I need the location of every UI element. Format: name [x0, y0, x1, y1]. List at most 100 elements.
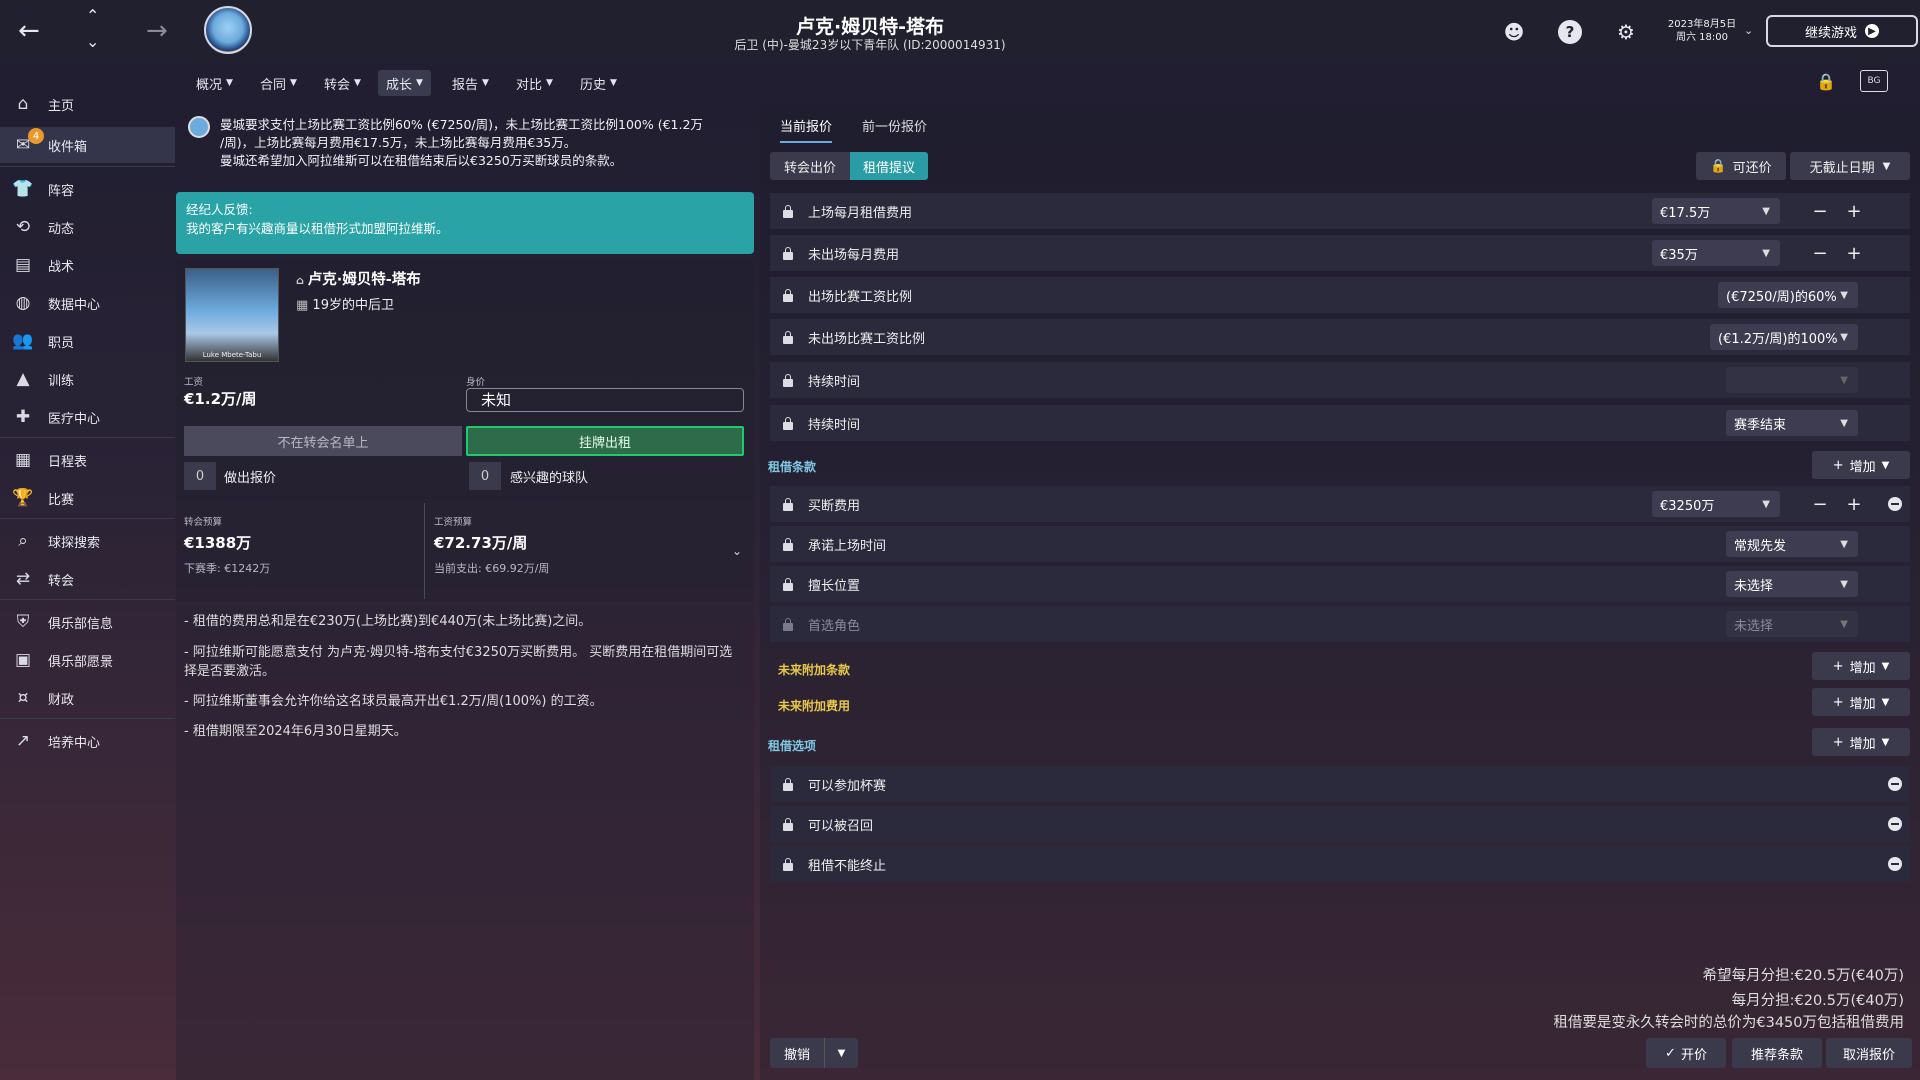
monthly-fee-unused-select[interactable]: €35万 ▼ — [1652, 240, 1780, 266]
sidebar-item-transfers[interactable]: ⇄ 转会 — [0, 561, 175, 597]
suggest-terms-button[interactable]: 推荐条款 — [1732, 1038, 1822, 1068]
monthly-fee-played-select[interactable]: €17.5万 ▼ — [1652, 198, 1780, 224]
add-future-clause-button[interactable]: + 增加 ▼ — [1812, 652, 1910, 680]
lock-icon[interactable] — [782, 778, 794, 791]
sidebar-item-competitions[interactable]: 🏆 比赛 — [0, 480, 175, 516]
lock-icon[interactable] — [782, 578, 794, 591]
sidebar-item-scouting[interactable]: ⌕ 球探搜索 — [0, 523, 175, 559]
increase-button[interactable]: + — [1840, 197, 1868, 225]
lock-icon[interactable] — [782, 247, 794, 260]
sidebar-item-club-info[interactable]: ⛨ 俱乐部信息 — [0, 604, 175, 640]
wage-played-select[interactable]: (€7250/周)的60% ▼ — [1718, 282, 1858, 308]
sidebar-item-development-centre[interactable]: ↗ 培养中心 — [0, 723, 175, 759]
down-icon[interactable]: ⌄ — [86, 34, 99, 50]
cancel-button[interactable]: 撤销 ▼ — [770, 1038, 858, 1068]
sidebar-item-schedule[interactable]: ▦ 日程表 — [0, 442, 175, 478]
not-listed-button[interactable]: 不在转会名单上 — [184, 426, 462, 456]
sidebar-item-dynamics[interactable]: ⟲ 动态 — [0, 209, 175, 245]
lock-icon[interactable] — [782, 331, 794, 344]
help-icon[interactable]: ? — [1558, 20, 1582, 44]
remove-icon[interactable] — [1888, 817, 1902, 831]
back-arrow-icon[interactable]: ← — [18, 18, 40, 44]
tab-development[interactable]: 成长 ▼ — [378, 70, 431, 96]
negotiable-button[interactable]: 🔒 可还价 — [1696, 152, 1786, 180]
increase-button[interactable]: + — [1840, 239, 1868, 267]
increase-button[interactable]: + — [1840, 490, 1868, 518]
transfer-offer-button[interactable]: 转会出价 — [770, 152, 850, 180]
screenshot-icon[interactable]: BG — [1860, 70, 1888, 92]
add-loan-option-button[interactable]: + 增加 ▼ — [1812, 728, 1910, 756]
sidebar-item-squad[interactable]: 👕 阵容 — [0, 171, 175, 207]
tab-contract[interactable]: 合同 ▼ — [252, 70, 305, 96]
role-select[interactable]: 未选择 ▼ — [1726, 611, 1858, 637]
wage-unused-select[interactable]: (€1.2万/周)的100% ▼ — [1710, 324, 1858, 350]
sidebar-item-inbox[interactable]: ✉ 4 收件箱 — [0, 127, 175, 163]
loan-list-button[interactable]: 挂牌出租 — [466, 426, 744, 456]
chevron-down-icon[interactable]: ⌄ — [1744, 24, 1753, 37]
add-loan-term-button[interactable]: + 增加 ▼ — [1812, 451, 1910, 479]
withdraw-offer-button[interactable]: 取消报价 — [1826, 1038, 1912, 1068]
tab-history[interactable]: 历史 ▼ — [572, 70, 625, 96]
gear-icon[interactable]: ⚙ — [1614, 20, 1638, 44]
lock-icon[interactable] — [782, 818, 794, 831]
continue-button[interactable]: 继续游戏 ▶ — [1766, 15, 1918, 47]
playing-time-select[interactable]: 常规先发 ▼ — [1726, 531, 1858, 557]
remove-icon[interactable] — [1888, 497, 1902, 511]
staff-icon: 👥 — [12, 331, 34, 351]
sidebar-item-data-hub[interactable]: ◍ 数据中心 — [0, 285, 175, 321]
buyout-select[interactable]: €3250万 ▼ — [1652, 491, 1780, 517]
duration-2-select[interactable]: 赛季结束 ▼ — [1726, 410, 1858, 436]
position-select[interactable]: 未选择 ▼ — [1726, 571, 1858, 597]
decrease-button[interactable]: − — [1806, 197, 1834, 225]
lock-icon[interactable] — [782, 289, 794, 302]
select-value: €35万 — [1660, 247, 1698, 263]
tab-overview[interactable]: 概况 ▼ — [188, 70, 241, 96]
club-crest[interactable] — [204, 6, 252, 54]
interested-label[interactable]: 感兴趣的球队 — [510, 467, 588, 486]
tab-compare[interactable]: 对比 ▼ — [508, 70, 561, 96]
person-icon: ⌂ — [296, 274, 308, 287]
remove-icon[interactable] — [1888, 777, 1902, 791]
decrease-button[interactable]: − — [1806, 239, 1834, 267]
value-field: 未知 — [466, 388, 744, 412]
chevron-down-icon[interactable]: ▼ — [824, 1038, 858, 1068]
propose-button[interactable]: ✓ 开价 — [1646, 1038, 1726, 1068]
withdraw-label: 取消报价 — [1842, 1047, 1895, 1063]
sidebar-item-finances[interactable]: ¤ 财政 — [0, 680, 175, 716]
tab-reports[interactable]: 报告 ▼ — [444, 70, 497, 96]
chevron-down-icon[interactable]: ⌄ — [732, 544, 742, 558]
lock-icon[interactable] — [782, 538, 794, 551]
tab-previous-offer[interactable]: 前一份报价 — [862, 116, 927, 141]
sidebar-item-tactics[interactable]: ▤ 战术 — [0, 247, 175, 283]
loan-offer-button[interactable]: 租借提议 — [850, 152, 928, 180]
assistant-icon[interactable]: ☻ — [1502, 20, 1526, 44]
lock-icon[interactable] — [782, 205, 794, 218]
sidebar-item-club-vision[interactable]: ▣ 俱乐部愿景 — [0, 642, 175, 678]
offers-label[interactable]: 做出报价 — [224, 467, 276, 486]
plus-icon: + — [1832, 457, 1844, 473]
sidebar-item-staff[interactable]: 👥 职员 — [0, 323, 175, 359]
add-future-fee-button[interactable]: + 增加 ▼ — [1812, 688, 1910, 716]
lock-icon[interactable] — [782, 858, 794, 871]
lock-icon[interactable] — [782, 417, 794, 430]
sidebar-item-training[interactable]: ▲ 训练 — [0, 361, 175, 397]
row-position: 擅长位置 未选择 ▼ — [770, 566, 1910, 602]
player-photo[interactable]: Luke Mbete-Tabu — [185, 268, 279, 362]
lock-icon[interactable]: 🔒 — [1816, 72, 1836, 91]
forward-arrow-icon[interactable]: → — [146, 18, 168, 44]
remove-icon[interactable] — [1888, 857, 1902, 871]
lock-icon[interactable] — [782, 498, 794, 511]
decrease-button[interactable]: − — [1806, 490, 1834, 518]
tab-transfer[interactable]: 转会 ▼ — [316, 70, 369, 96]
sidebar-item-home[interactable]: ⌂ 主页 — [0, 86, 175, 122]
sidebar-item-medical[interactable]: ✚ 医疗中心 — [0, 399, 175, 435]
deadline-dropdown[interactable]: 无截止日期 ▼ — [1790, 152, 1910, 180]
lock-icon[interactable] — [782, 374, 794, 387]
up-icon[interactable]: ⌃ — [86, 8, 99, 24]
tab-label: 成长 — [386, 77, 413, 93]
sidebar-item-label: 俱乐部信息 — [48, 616, 114, 632]
duration-1-select[interactable]: ▼ — [1726, 367, 1858, 393]
player-name[interactable]: ⌂ 卢克·姆贝特-塔布 — [296, 268, 421, 289]
lock-icon[interactable] — [782, 618, 794, 631]
tab-current-offer[interactable]: 当前报价 — [780, 116, 833, 143]
